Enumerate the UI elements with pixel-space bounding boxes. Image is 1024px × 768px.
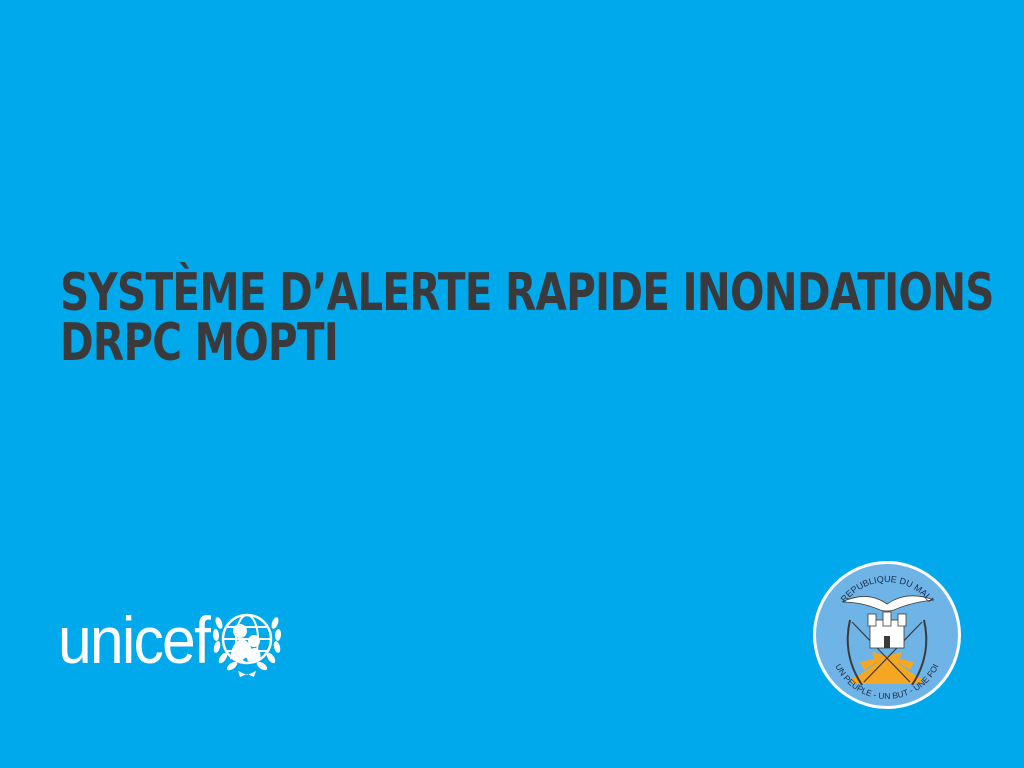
slide-title: SYSTÈME D’ALERTE RAPIDE INONDATIONS DRPC… [60, 263, 994, 373]
unicef-logo: unicef [58, 600, 284, 680]
slide-title-line-2: DRPC MOPTI [60, 313, 339, 373]
unicef-globe-icon [213, 613, 282, 677]
mali-coat-of-arms-icon: REPUBLIQUE DU MALI UN PEUPLE - UN BUT - … [813, 561, 961, 709]
unicef-wordmark: unicef [58, 603, 211, 677]
slide-title-line-1: SYSTÈME D’ALERTE RAPIDE INONDATIONS [60, 263, 994, 323]
